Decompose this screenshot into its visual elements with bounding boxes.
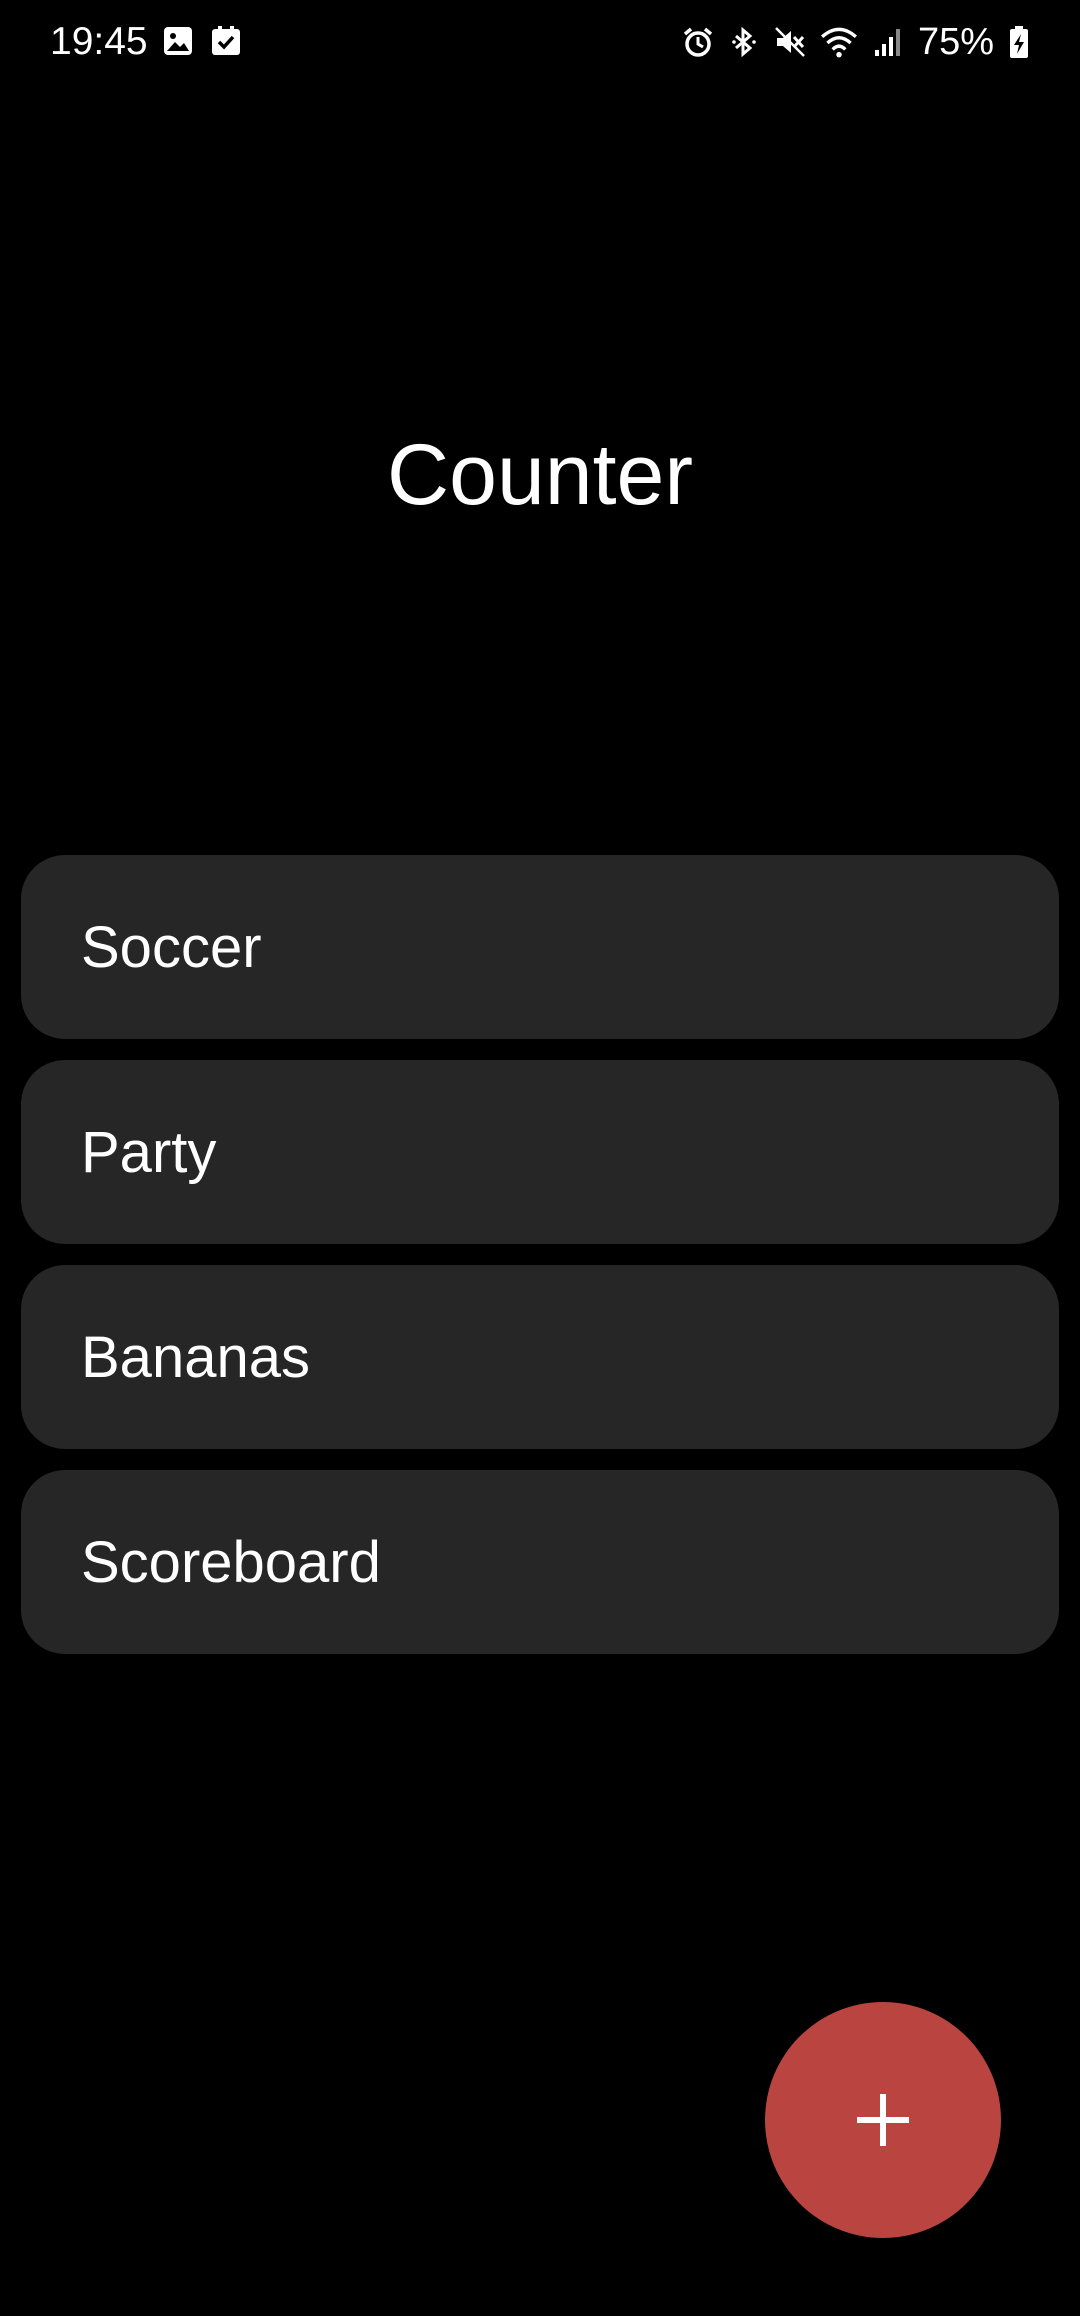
counter-item-label: Party bbox=[81, 1119, 217, 1185]
wifi-icon bbox=[820, 27, 857, 58]
battery-charging-icon bbox=[1010, 26, 1028, 58]
bluetooth-icon bbox=[732, 26, 756, 58]
plus-icon bbox=[857, 2094, 909, 2146]
mute-icon bbox=[775, 27, 805, 57]
checkbox-icon bbox=[212, 26, 240, 55]
counter-item-soccer[interactable]: Soccer bbox=[21, 855, 1059, 1039]
system-status: 75% bbox=[682, 18, 1030, 66]
counter-item-party[interactable]: Party bbox=[21, 1060, 1059, 1244]
alarm-icon bbox=[683, 27, 713, 57]
image-icon bbox=[164, 27, 192, 55]
counter-item-label: Bananas bbox=[81, 1324, 310, 1390]
signal-icon bbox=[874, 29, 900, 56]
page-title: Counter bbox=[387, 427, 693, 523]
status-bar: 19:45 75% bbox=[0, 0, 1080, 84]
add-counter-button[interactable] bbox=[765, 2002, 1001, 2238]
counter-item-label: Soccer bbox=[81, 914, 262, 980]
battery-percent: 75% bbox=[917, 21, 994, 63]
counter-item-bananas[interactable]: Bananas bbox=[21, 1265, 1059, 1449]
notification-icons bbox=[162, 24, 242, 58]
counter-item-scoreboard[interactable]: Scoreboard bbox=[21, 1470, 1059, 1654]
counter-item-label: Scoreboard bbox=[81, 1529, 381, 1595]
status-time: 19:45 bbox=[50, 20, 148, 63]
counter-list: Soccer Party Bananas Scoreboard bbox=[21, 855, 1059, 1654]
